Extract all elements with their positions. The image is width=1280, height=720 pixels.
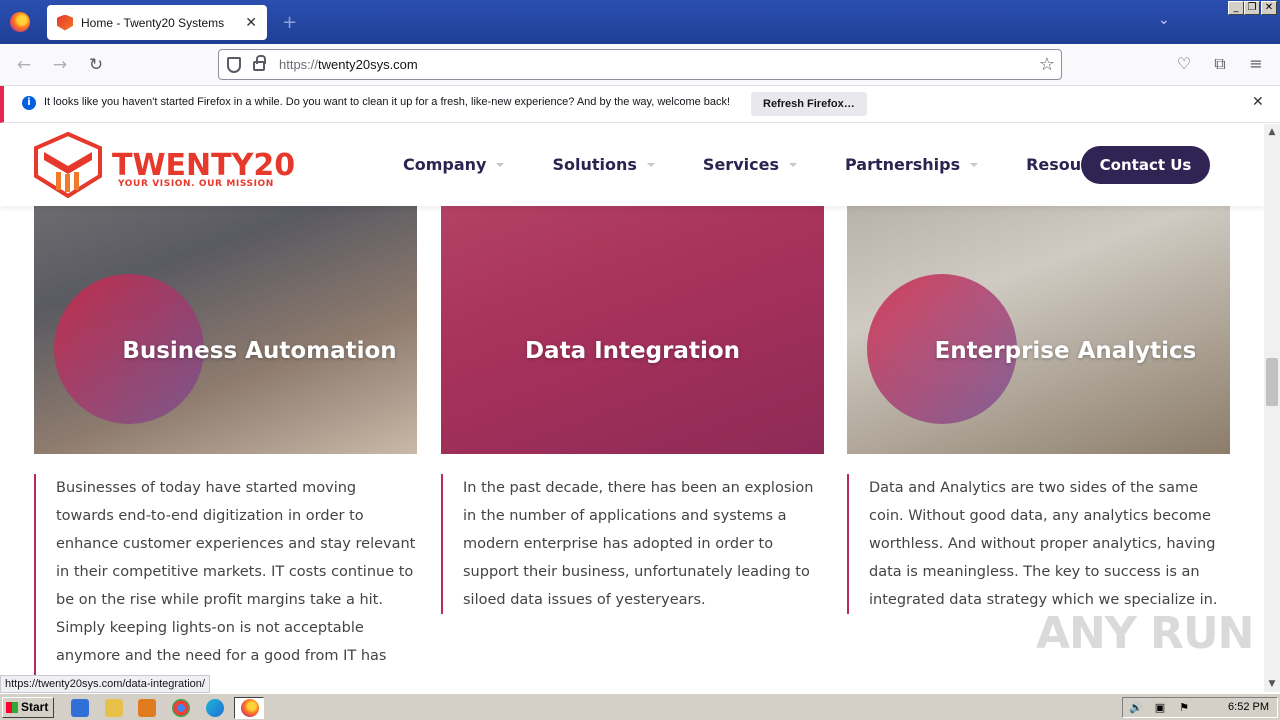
internet-explorer-icon[interactable] [71,699,89,717]
tab-title: Home - Twenty20 Systems [81,15,225,30]
info-icon: i [22,96,36,110]
browser-tab[interactable]: Home - Twenty20 Systems ✕ [47,5,267,40]
clock[interactable]: 6:52 PM [1228,701,1269,713]
chrome-icon[interactable] [172,699,190,717]
pocket-icon[interactable]: ♡ [1173,54,1195,73]
contact-us-button[interactable]: Contact Us [1081,146,1210,184]
back-icon[interactable]: ← [13,54,35,76]
network-icon[interactable]: ▣ [1153,701,1167,715]
start-button[interactable]: Start [2,697,54,718]
close-notification-icon[interactable]: ✕ [1252,94,1264,110]
page-scrollbar[interactable]: ▲ ▼ [1264,124,1280,692]
refresh-firefox-button[interactable]: Refresh Firefox… [751,92,867,116]
menu-icon[interactable]: ≡ [1245,54,1267,73]
edge-icon[interactable] [206,699,224,717]
twenty20-logo-icon[interactable] [34,132,102,198]
scroll-up-icon[interactable]: ▲ [1264,124,1280,140]
menu-item-partnerships[interactable]: Partnerships [845,155,979,174]
card-title[interactable]: Enterprise Analytics [847,338,1230,364]
status-link-preview: https://twenty20sys.com/data-integration… [0,675,210,693]
flag-icon[interactable]: ⚑ [1177,701,1191,715]
forward-icon[interactable]: → [49,54,71,76]
caret-down-icon [970,162,979,167]
folder-icon[interactable] [105,699,123,717]
media-player-icon[interactable] [138,699,156,717]
windows-flag-icon [6,702,18,713]
notification-bar: i It looks like you haven't started Fire… [0,86,1280,123]
caret-down-icon [646,162,655,167]
card-title[interactable]: Data Integration [441,338,824,364]
reload-icon[interactable]: ↻ [85,54,107,76]
chevron-down-icon[interactable]: ⌄ [1158,12,1170,28]
logo-tagline: YOUR VISION. OUR MISSION [118,179,274,189]
firefox-icon [241,699,259,717]
new-tab-icon[interactable]: + [282,12,297,33]
url-bar[interactable]: https://twenty20sys.com ☆ [218,49,1062,80]
main-menu: Company Solutions Services Partnerships … [403,155,1185,174]
browser-toolbar: ← → ↻ https://twenty20sys.com ☆ ♡ ⧉ ≡ [0,44,1280,86]
extensions-icon[interactable]: ⧉ [1209,54,1231,74]
logo-name[interactable]: TWENTY20 [112,148,295,183]
firefox-taskbar-button[interactable] [234,697,264,719]
window-close-icon[interactable]: ✕ [1261,1,1277,15]
anyrun-watermark: ANY RUN [1036,608,1254,659]
firefox-icon[interactable] [10,12,30,32]
restore-icon[interactable]: ❐ [1244,1,1260,15]
system-tray: 🔊 ▣ ⚑ 6:52 PM [1122,697,1278,718]
scroll-thumb[interactable] [1266,358,1278,406]
site-favicon-icon [57,14,73,31]
windows-taskbar: Start 🔊 ▣ ⚑ 6:52 PM [0,693,1280,720]
caret-down-icon [496,162,505,167]
site-header: TWENTY20 YOUR VISION. OUR MISSION Compan… [0,124,1264,206]
menu-item-services[interactable]: Services [703,155,797,174]
description-business-automation: Businesses of today have started moving … [34,474,417,692]
description-data-integration: In the past decade, there has been an ex… [441,474,824,614]
menu-item-company[interactable]: Company [403,155,505,174]
url-text[interactable]: https://twenty20sys.com [279,57,418,72]
notification-text: It looks like you haven't started Firefo… [44,96,731,108]
bookmark-star-icon[interactable]: ☆ [1039,54,1055,75]
caret-down-icon [788,162,797,167]
scroll-down-icon[interactable]: ▼ [1264,676,1280,692]
page-viewport: TWENTY20 YOUR VISION. OUR MISSION Compan… [0,124,1264,692]
menu-item-solutions[interactable]: Solutions [552,155,655,174]
minimize-icon[interactable]: _ [1228,1,1244,15]
lock-icon[interactable] [253,55,266,71]
description-enterprise-analytics: Data and Analytics are two sides of the … [847,474,1230,614]
card-title[interactable]: Business Automation [34,338,417,364]
browser-tabstrip: Home - Twenty20 Systems ✕ + ⌄ _ ❐ ✕ [0,0,1280,44]
close-tab-icon[interactable]: ✕ [245,15,257,31]
volume-icon[interactable]: 🔊 [1129,701,1143,715]
shield-icon[interactable] [227,57,241,73]
